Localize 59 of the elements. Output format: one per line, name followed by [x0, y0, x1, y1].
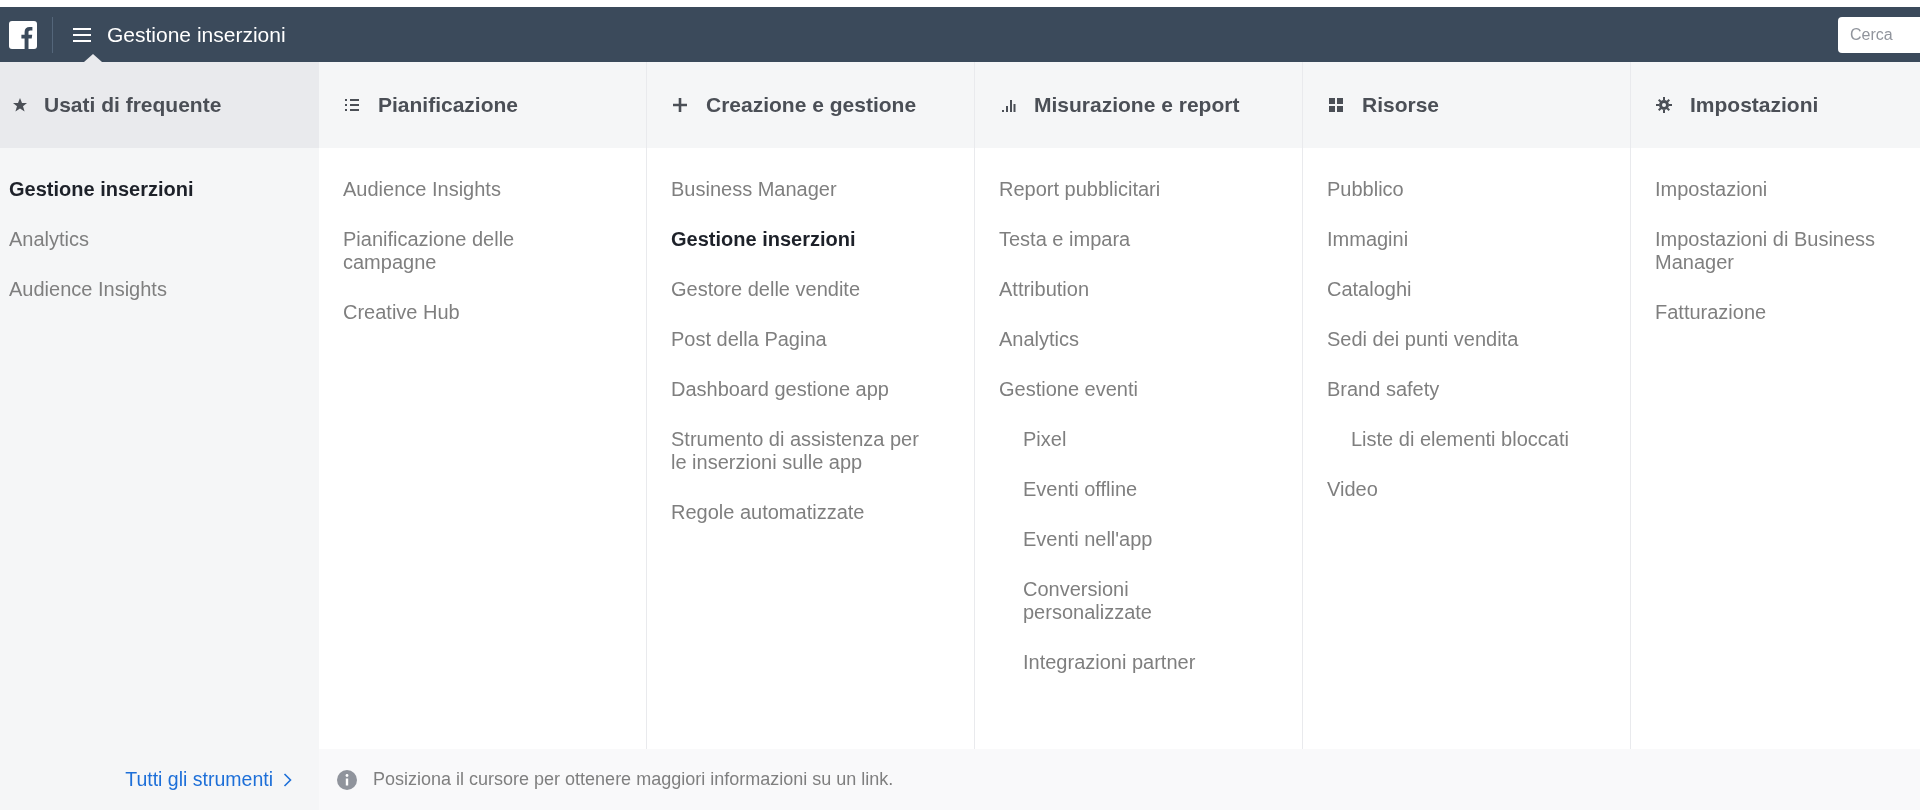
menu-link[interactable]: Conversioni personalizzate: [999, 578, 1272, 624]
menu-link[interactable]: Pixel: [999, 428, 1272, 451]
category-title: Misurazione e report: [1034, 93, 1240, 117]
category-title: Impostazioni: [1690, 93, 1819, 117]
category-title: Risorse: [1362, 93, 1440, 117]
menu-link[interactable]: Integrazioni partner: [999, 651, 1272, 674]
settings-icon: [1656, 97, 1672, 113]
bar-chart-icon: [1000, 97, 1016, 113]
search-field[interactable]: Cerca: [1838, 16, 1920, 53]
menu-link[interactable]: Brand safety: [1327, 378, 1600, 401]
grid-icon: [1328, 97, 1344, 113]
menu-link[interactable]: Eventi offline: [999, 478, 1272, 501]
menu-link[interactable]: Testa e impara: [999, 228, 1272, 251]
menu-link[interactable]: Sedi dei punti vendita: [1327, 328, 1600, 351]
star-icon: [12, 97, 28, 113]
category-title: Usati di frequente: [44, 93, 222, 117]
hint-text: Posiziona il cursore per ottenere maggiori informazioni su un link.: [373, 769, 894, 790]
menu-link[interactable]: Post della Pagina: [671, 328, 944, 351]
menu-link[interactable]: Immagini: [1327, 228, 1600, 251]
menu-link[interactable]: Creative Hub: [343, 301, 616, 324]
menu-link[interactable]: Dashboard gestione app: [671, 378, 944, 401]
menu-link[interactable]: Analytics: [999, 328, 1272, 351]
category-header[interactable]: Pianificazione: [319, 62, 646, 148]
chevron-right-icon: [283, 772, 292, 787]
plus-icon: [672, 97, 688, 113]
menu-link[interactable]: Impostazioni: [1655, 178, 1890, 201]
category-header[interactable]: Creazione e gestione: [647, 62, 974, 148]
list-icon: [344, 97, 360, 113]
menu-link[interactable]: Business Manager: [671, 178, 944, 201]
menu-icon[interactable]: [73, 27, 91, 42]
menu-link[interactable]: Gestione eventi: [999, 378, 1272, 401]
menu-link[interactable]: Eventi nell'app: [999, 528, 1272, 551]
menu-link[interactable]: Gestore delle vendite: [671, 278, 944, 301]
menu-link[interactable]: Analytics: [9, 228, 289, 251]
menu-link[interactable]: Report pubblicitari: [999, 178, 1272, 201]
menu-link[interactable]: Liste di elementi bloccati: [1327, 428, 1600, 451]
category-title: Creazione e gestione: [706, 93, 917, 117]
menu-link[interactable]: Regole automatizzate: [671, 501, 944, 524]
category-header[interactable]: Misurazione e report: [975, 62, 1302, 148]
menu-link[interactable]: Cataloghi: [1327, 278, 1600, 301]
menu-link[interactable]: Video: [1327, 478, 1600, 501]
menu-link[interactable]: Strumento di assistenza per le inserzioni sulle app: [671, 428, 944, 474]
category-header[interactable]: Usati di frequente: [0, 62, 319, 148]
menu-link[interactable]: Audience Insights: [343, 178, 616, 201]
category-header[interactable]: Impostazioni: [1631, 62, 1920, 148]
facebook-logo-icon[interactable]: [9, 20, 37, 49]
menu-link[interactable]: Attribution: [999, 278, 1272, 301]
category-title: Pianificazione: [378, 93, 519, 117]
page-title[interactable]: Gestione inserzioni: [107, 22, 286, 47]
all-tools-link[interactable]: Tutti gli strumenti: [125, 768, 292, 791]
menu-link[interactable]: Fatturazione: [1655, 301, 1890, 324]
menu-link[interactable]: Impostazioni di Business Manager: [1655, 228, 1890, 274]
menu-link[interactable]: Audience Insights: [9, 278, 289, 301]
category-header[interactable]: Risorse: [1303, 62, 1630, 148]
info-icon: [337, 769, 357, 790]
menu-link[interactable]: Pubblico: [1327, 178, 1600, 201]
menu-link[interactable]: Gestione inserzioni: [671, 228, 944, 251]
menu-link[interactable]: Pianificazione delle campagne: [343, 228, 616, 274]
menu-link[interactable]: Gestione inserzioni: [9, 178, 289, 201]
